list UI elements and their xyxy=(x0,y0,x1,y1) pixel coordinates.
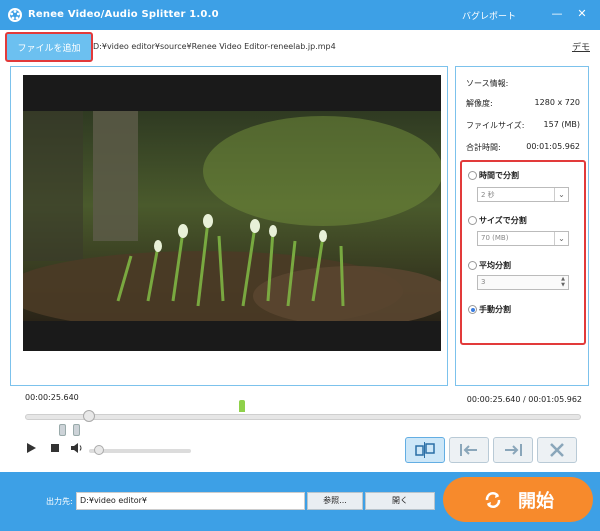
stepper-arrows-icon: ▲ ▼ xyxy=(561,276,565,288)
start-label: 開始 xyxy=(518,490,554,512)
video-player[interactable] xyxy=(23,75,441,351)
file-path: D:¥video editor¥source¥Renee Video Edito… xyxy=(93,42,336,51)
manual-split-radio[interactable]: 手動分割 xyxy=(468,304,511,315)
delete-segment-button[interactable] xyxy=(537,437,577,463)
close-button[interactable]: ✕ xyxy=(574,6,590,22)
resolution-value: 1280 x 720 xyxy=(534,98,580,107)
resolution-label: 解像度: xyxy=(466,99,493,108)
play-icon[interactable] xyxy=(26,442,37,457)
refresh-icon xyxy=(485,491,501,508)
manual-split-label: 手動分割 xyxy=(479,305,511,314)
average-split-label: 平均分割 xyxy=(479,261,511,270)
current-time: 00:00:25.640 xyxy=(25,393,79,402)
output-label: 出力先: xyxy=(46,497,73,506)
average-count-value: 3 xyxy=(481,278,486,286)
total-time-value: 00:01:05.962 xyxy=(526,142,580,151)
set-end-icon xyxy=(505,444,522,456)
time-display: 00:00:25.640 / 00:01:05.962 xyxy=(466,395,582,404)
set-start-button[interactable] xyxy=(449,437,489,463)
window-title: Renee Video/Audio Splitter 1.0.0 xyxy=(28,9,219,20)
add-file-button[interactable]: ファイルを追加 xyxy=(5,32,93,62)
radio-icon xyxy=(468,171,477,180)
average-count-stepper[interactable]: 3 ▲ ▼ xyxy=(477,275,569,290)
volume-slider[interactable] xyxy=(89,449,191,453)
delete-icon xyxy=(550,443,564,457)
app-logo-icon xyxy=(7,7,23,23)
volume-icon[interactable] xyxy=(70,442,83,457)
size-select[interactable]: 70 (MB) ⌄ xyxy=(477,231,569,246)
radio-icon xyxy=(468,261,477,270)
size-value: 70 (MB) xyxy=(481,234,509,242)
volume-thumb[interactable] xyxy=(94,445,104,455)
stop-icon[interactable] xyxy=(50,442,61,457)
radio-icon xyxy=(468,216,477,225)
split-icon xyxy=(415,442,435,458)
toolbar: ファイルを追加 D:¥video editor¥source¥Renee Vid… xyxy=(0,30,600,64)
set-start-icon xyxy=(460,444,477,456)
title-bar: Renee Video/Audio Splitter 1.0.0 バグレポート … xyxy=(0,0,600,30)
output-path-field[interactable]: D:¥video editor¥ xyxy=(76,492,305,510)
source-info-label: ソース情報: xyxy=(466,79,509,88)
time-interval-value: 2 秒 xyxy=(481,191,495,199)
split-by-time-label: 時間で分割 xyxy=(479,171,519,180)
split-tool-button[interactable] xyxy=(405,437,445,463)
video-preview-panel xyxy=(10,66,448,386)
time-interval-select[interactable]: 2 秒 ⌄ xyxy=(477,187,569,202)
timeline-thumb[interactable] xyxy=(82,410,95,422)
split-by-size-label: サイズで分割 xyxy=(479,216,527,225)
open-folder-button[interactable]: 開く xyxy=(365,492,435,510)
info-panel: ソース情報: 解像度: 1280 x 720 ファイルサイズ: 157 (MB)… xyxy=(455,66,589,386)
file-size-label: ファイルサイズ: xyxy=(466,121,525,130)
chevron-down-icon: ⌄ xyxy=(554,188,568,201)
radio-checked-icon xyxy=(468,305,477,314)
set-end-button[interactable] xyxy=(493,437,533,463)
minimize-button[interactable]: — xyxy=(549,6,565,22)
playhead-marker[interactable] xyxy=(239,400,245,412)
split-end-marker[interactable] xyxy=(73,424,80,436)
chevron-down-icon: ⌄ xyxy=(554,232,568,245)
demo-link[interactable]: デモ xyxy=(572,40,590,53)
timeline-track[interactable] xyxy=(25,414,581,420)
average-split-radio[interactable]: 平均分割 xyxy=(468,260,511,271)
browse-button[interactable]: 参照... xyxy=(307,492,363,510)
file-size-value: 157 (MB) xyxy=(543,120,580,129)
split-by-time-radio[interactable]: 時間で分割 xyxy=(468,170,519,181)
split-start-marker[interactable] xyxy=(59,424,66,436)
video-frame-image xyxy=(23,111,441,321)
footer-bar: 出力先: D:¥video editor¥ 参照... 開く 開始 xyxy=(0,472,600,531)
start-button[interactable]: 開始 xyxy=(443,477,593,522)
split-by-size-radio[interactable]: サイズで分割 xyxy=(468,215,527,226)
bug-report-link[interactable]: バグレポート xyxy=(462,9,516,22)
total-time-label: 合計時間: xyxy=(466,143,501,152)
split-options: 時間で分割 2 秒 ⌄ サイズで分割 70 (MB) ⌄ 平均分割 3 ▲ ▼ 手… xyxy=(460,160,586,345)
